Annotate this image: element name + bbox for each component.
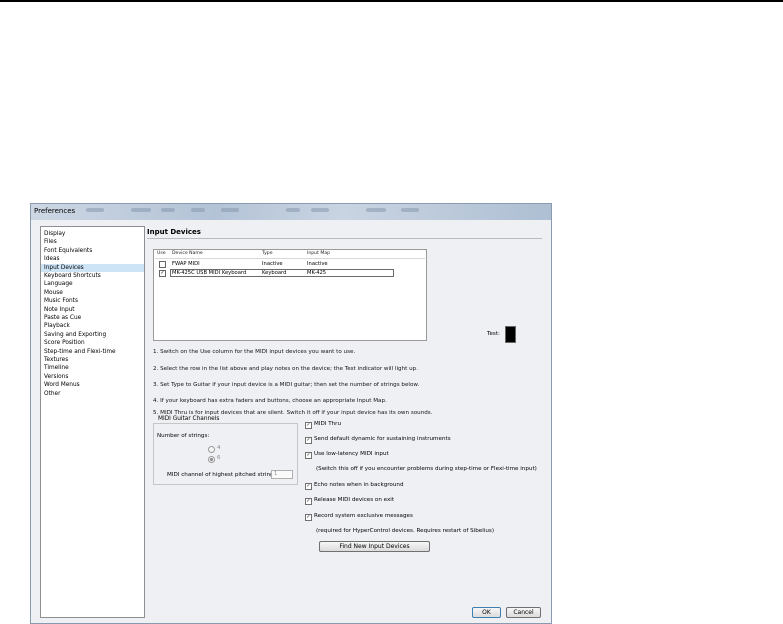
background-blur: [311, 208, 329, 212]
table-row[interactable]: FWAP MIDI Inactive Inactive: [154, 260, 426, 268]
sidebar-item-display[interactable]: Display: [41, 230, 144, 238]
echo-notes-checkbox[interactable]: ✓: [305, 483, 312, 490]
sidebar-item-word-menus[interactable]: Word Menus: [41, 381, 144, 389]
highest-string-input[interactable]: 1: [271, 470, 293, 479]
low-latency-checkbox[interactable]: ✓: [305, 452, 312, 459]
column-header-device-name[interactable]: Device Name: [172, 251, 203, 256]
top-border-line: [0, 0, 783, 2]
input-map-cell[interactable]: Inactive: [307, 261, 328, 267]
input-devices-panel: Input Devices Use Device Name Type Input…: [147, 226, 543, 618]
background-blur: [286, 208, 300, 212]
dialog-client: Display Files Font Equivalents Ideas Inp…: [35, 221, 547, 620]
type-cell[interactable]: Inactive: [262, 261, 283, 267]
column-header-type[interactable]: Type: [262, 251, 273, 256]
sidebar-item-font-equivalents[interactable]: Font Equivalents: [41, 247, 144, 255]
background-blur: [86, 208, 104, 212]
background-blur: [191, 208, 205, 212]
low-latency-label[interactable]: Use low-latency MIDI input: [314, 451, 389, 457]
use-checkbox[interactable]: ✓: [159, 270, 166, 277]
sidebar-item-music-fonts[interactable]: Music Fonts: [41, 297, 144, 305]
midi-thru-label[interactable]: MIDI Thru: [314, 421, 341, 427]
highest-string-label: MIDI channel of highest pitched string:: [167, 472, 276, 478]
sidebar-item-saving-and-exporting[interactable]: Saving and Exporting: [41, 331, 144, 339]
test-label: Test:: [487, 331, 500, 337]
table-row[interactable]: ✓ MK-425C USB MIDI Keyboard Keyboard MK-…: [154, 269, 426, 277]
strings-4-label: 4: [217, 445, 221, 451]
release-midi-checkbox[interactable]: ✓: [305, 498, 312, 505]
device-name-cell: FWAP MIDI: [172, 261, 200, 267]
sidebar-item-files[interactable]: Files: [41, 238, 144, 246]
column-header-input-map[interactable]: Input Map: [307, 251, 330, 256]
page-title: Input Devices: [147, 228, 201, 236]
midi-guitar-group-label: MIDI Guitar Channels: [156, 416, 222, 422]
sidebar-item-language[interactable]: Language: [41, 280, 144, 288]
sidebar-item-input-devices[interactable]: Input Devices: [41, 263, 144, 272]
ok-button[interactable]: OK: [472, 607, 501, 618]
use-checkbox[interactable]: [159, 261, 166, 268]
window-title: Preferences: [34, 207, 76, 215]
sidebar-item-keyboard-shortcuts[interactable]: Keyboard Shortcuts: [41, 272, 144, 280]
header-divider: [155, 258, 425, 259]
type-cell[interactable]: Keyboard: [262, 270, 286, 276]
instruction-2: 2. Select the row in the list above and …: [153, 366, 418, 372]
sidebar-item-score-position[interactable]: Score Position: [41, 339, 144, 347]
echo-notes-label[interactable]: Echo notes when in background: [314, 482, 404, 488]
device-name-cell: MK-425C USB MIDI Keyboard: [172, 270, 247, 276]
instruction-1: 1. Switch on the Use column for the MIDI…: [153, 349, 356, 355]
title-divider: [147, 238, 542, 239]
release-midi-label[interactable]: Release MIDI devices on exit: [314, 497, 394, 503]
sidebar-item-other[interactable]: Other: [41, 390, 144, 398]
send-default-dynamic-label[interactable]: Send default dynamic for sustaining inst…: [314, 436, 451, 442]
background-blur: [221, 208, 239, 212]
sidebar-item-playback[interactable]: Playback: [41, 322, 144, 330]
sidebar-item-ideas[interactable]: Ideas: [41, 255, 144, 263]
preferences-dialog: Preferences Display Files Font Equivalen…: [30, 203, 552, 624]
input-map-cell[interactable]: MK-425: [307, 270, 326, 276]
background-blur: [401, 208, 419, 212]
record-sysex-label[interactable]: Record system exclusive messages: [314, 513, 413, 519]
background-blur: [161, 208, 175, 212]
sidebar-item-note-input[interactable]: Note Input: [41, 306, 144, 314]
column-header-use[interactable]: Use: [157, 251, 166, 256]
sidebar-item-step-time[interactable]: Step-time and Flexi-time: [41, 348, 144, 356]
record-sysex-note: (required for HyperControl devices. Requ…: [316, 528, 494, 534]
sidebar-item-timeline[interactable]: Timeline: [41, 364, 144, 372]
test-indicator: [505, 326, 516, 343]
strings-4-radio[interactable]: [208, 446, 215, 453]
strings-6-label: 6: [217, 455, 221, 461]
sidebar-item-paste-as-cue[interactable]: Paste as Cue: [41, 314, 144, 322]
send-default-dynamic-checkbox[interactable]: ✓: [305, 437, 312, 444]
sidebar-item-versions[interactable]: Versions: [41, 373, 144, 381]
low-latency-note: (Switch this off if you encounter proble…: [316, 466, 537, 472]
midi-thru-checkbox[interactable]: ✓: [305, 422, 312, 429]
sidebar-item-textures[interactable]: Textures: [41, 356, 144, 364]
instruction-3: 3. Set Type to Guitar if your input devi…: [153, 382, 420, 388]
category-list[interactable]: Display Files Font Equivalents Ideas Inp…: [40, 226, 145, 618]
cancel-button[interactable]: Cancel: [506, 607, 541, 618]
sidebar-item-mouse[interactable]: Mouse: [41, 289, 144, 297]
title-bar[interactable]: Preferences: [31, 204, 551, 220]
record-sysex-checkbox[interactable]: ✓: [305, 514, 312, 521]
background-blur: [366, 208, 386, 212]
device-table[interactable]: Use Device Name Type Input Map FWAP MIDI…: [153, 249, 427, 341]
background-blur: [131, 208, 151, 212]
instruction-4: 4. If your keyboard has extra faders and…: [153, 398, 387, 404]
strings-6-radio[interactable]: [208, 456, 215, 463]
find-new-input-devices-button[interactable]: Find New Input Devices: [319, 541, 430, 552]
number-of-strings-label: Number of strings:: [157, 433, 210, 439]
